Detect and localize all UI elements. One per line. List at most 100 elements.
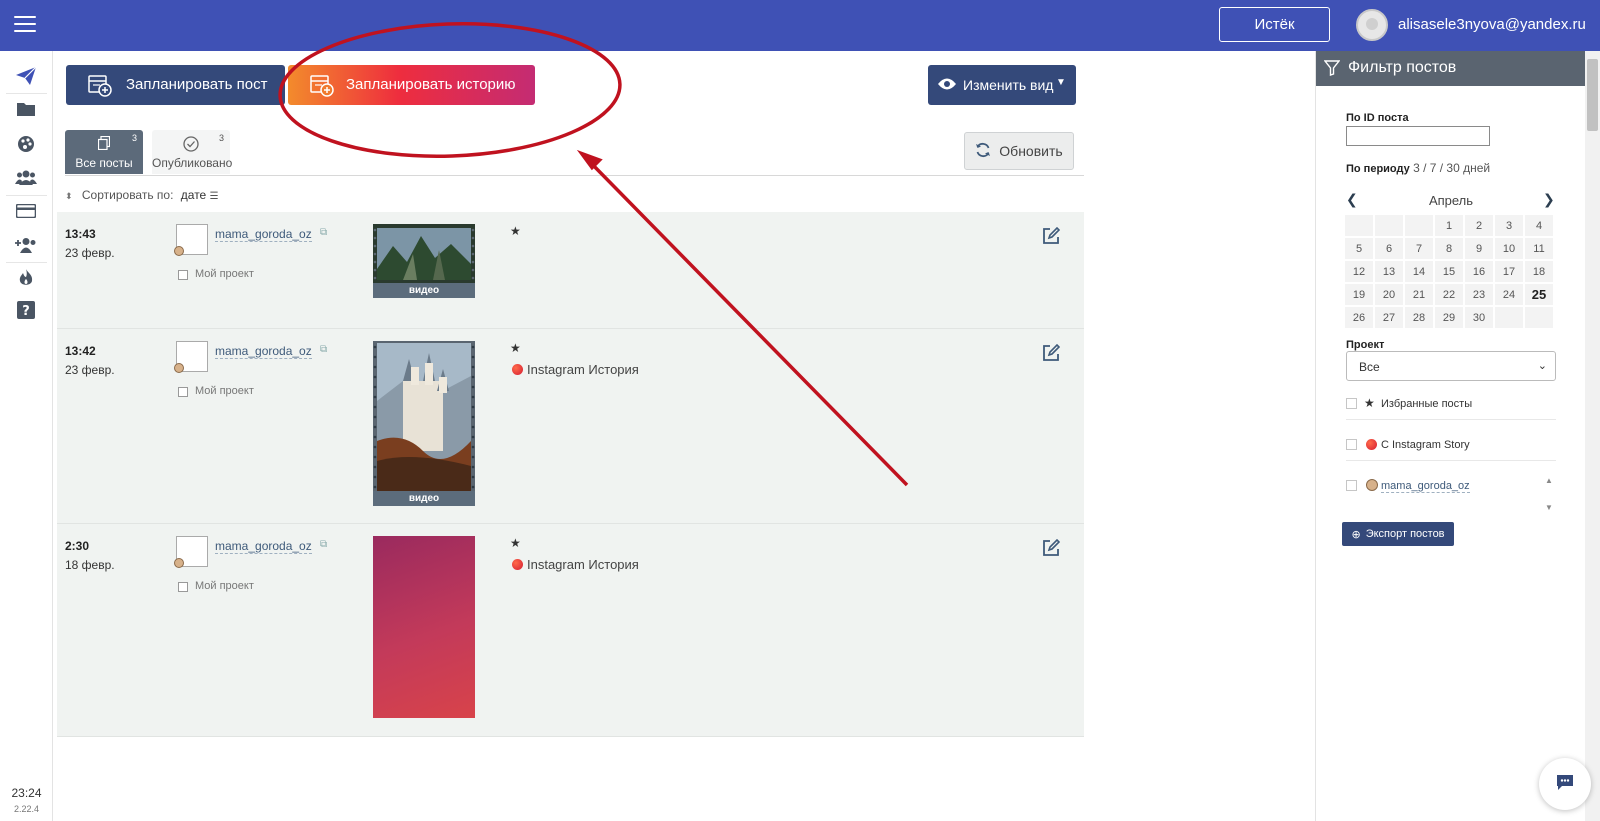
calendar-day[interactable]: 21 — [1404, 283, 1434, 306]
project-select[interactable]: Все ⌄ — [1346, 351, 1556, 381]
calendar-day[interactable]: 30 — [1464, 306, 1494, 329]
calendar-day[interactable]: 23 — [1464, 283, 1494, 306]
calendar-day[interactable]: 11 — [1524, 237, 1554, 260]
external-link-icon[interactable]: ⧉ — [320, 344, 327, 355]
video-label: видео — [373, 491, 475, 506]
instagram-story-label: Instagram История — [527, 557, 639, 572]
calendar-day[interactable]: 24 — [1494, 283, 1524, 306]
period-filter: По периоду 3 / 7 / 30 дней — [1346, 161, 1490, 175]
calendar-day[interactable]: 7 — [1404, 237, 1434, 260]
calendar-day[interactable]: 20 — [1374, 283, 1404, 306]
calendar-day[interactable]: 17 — [1494, 260, 1524, 283]
users-icon[interactable] — [13, 164, 39, 190]
edit-icon[interactable] — [1042, 538, 1062, 559]
user-email[interactable]: alisasele3nyova@yandex.ru — [1398, 16, 1586, 33]
calendar-day[interactable]: 10 — [1494, 237, 1524, 260]
palette-icon[interactable] — [13, 131, 39, 157]
account-link[interactable]: mama_goroda_oz — [215, 227, 312, 242]
calendar-day[interactable]: 22 — [1434, 283, 1464, 306]
project-checkbox[interactable] — [178, 270, 188, 280]
calendar-next-icon[interactable]: ❯ — [1543, 191, 1555, 208]
external-link-icon[interactable]: ⧉ — [320, 539, 327, 550]
tab-published[interactable]: 3 Опубликовано — [152, 130, 232, 174]
project-checkbox[interactable] — [178, 582, 188, 592]
calendar-day[interactable]: 27 — [1374, 306, 1404, 329]
sort-control[interactable]: ⬍ Сортировать по: дате ☰ — [65, 188, 219, 202]
favorites-filter[interactable]: ★ Избранные посты — [1346, 392, 1556, 420]
scrollbar-thumb[interactable] — [1587, 59, 1598, 131]
calendar-day[interactable]: 26 — [1344, 306, 1374, 329]
media-thumbnail[interactable]: видео — [373, 341, 475, 506]
calendar-grid: 1 2 3 4 5 6 7 8 9 10 11 12 13 14 15 16 17 18 19 20 21 22 23 24 2… — [1344, 214, 1554, 329]
avatar[interactable] — [1356, 9, 1388, 41]
tabs-divider — [65, 175, 1084, 176]
account-mini-icon — [174, 363, 184, 373]
calendar-day[interactable]: 2 — [1464, 214, 1494, 237]
help-icon[interactable]: ? — [13, 297, 39, 323]
sidebar-divider — [6, 262, 47, 263]
chat-button[interactable] — [1539, 758, 1591, 810]
calendar-day[interactable]: 1 — [1434, 214, 1464, 237]
calendar-day[interactable]: 16 — [1464, 260, 1494, 283]
change-view-button[interactable]: Изменить вид ▼ — [928, 65, 1076, 105]
calendar-day[interactable]: 28 — [1404, 306, 1434, 329]
expired-button[interactable]: Истёк — [1219, 7, 1330, 42]
add-user-icon[interactable] — [13, 232, 39, 258]
tab-all-posts[interactable]: 3 Все посты — [65, 130, 143, 174]
media-thumbnail[interactable] — [373, 536, 475, 718]
page-scrollbar[interactable] — [1585, 51, 1600, 821]
favorites-checkbox[interactable] — [1346, 398, 1357, 409]
post-id-label: По ID поста — [1346, 112, 1409, 124]
caret-down-icon: ▼ — [1056, 77, 1066, 88]
schedule-story-button[interactable]: Запланировать историю — [288, 65, 535, 105]
account-link[interactable]: mama_goroda_oz — [215, 344, 312, 359]
post-row: 2:30 18 февр. mama_goroda_oz ⧉ Мой проек… — [57, 524, 1084, 737]
calendar-day[interactable]: 15 — [1434, 260, 1464, 283]
edit-icon[interactable] — [1042, 226, 1062, 247]
account-mini-icon — [174, 246, 184, 256]
account-link[interactable]: mama_goroda_oz — [215, 539, 312, 554]
sort-label: Сортировать по: — [81, 188, 174, 202]
post-id-input[interactable] — [1346, 126, 1490, 146]
folder-icon[interactable] — [13, 96, 39, 122]
calendar-day[interactable]: 12 — [1344, 260, 1374, 283]
calendar-day[interactable]: 29 — [1434, 306, 1464, 329]
schedule-post-button[interactable]: Запланировать пост — [66, 65, 285, 105]
calendar-day[interactable]: 9 — [1464, 237, 1494, 260]
calendar-day[interactable]: 6 — [1374, 237, 1404, 260]
calendar-day[interactable]: 14 — [1404, 260, 1434, 283]
external-link-icon[interactable]: ⧉ — [320, 227, 327, 238]
account-filter[interactable]: mama_goroda_oz — [1346, 474, 1556, 502]
send-icon[interactable] — [13, 63, 39, 89]
refresh-button[interactable]: Обновить — [964, 132, 1074, 170]
star-icon[interactable]: ★ — [510, 341, 521, 355]
calendar-day[interactable]: 18 — [1524, 260, 1554, 283]
project-checkbox[interactable] — [178, 387, 188, 397]
calendar-day[interactable]: 5 — [1344, 237, 1374, 260]
calendar-plus-icon — [310, 73, 334, 97]
calendar-day[interactable]: 25 — [1524, 283, 1554, 306]
ig-story-filter[interactable]: С Instagram Story — [1346, 433, 1556, 461]
project-label: Мой проект — [195, 268, 254, 280]
export-posts-button[interactable]: ⊕ Экспорт постов — [1342, 522, 1454, 546]
account-list-scroll[interactable]: ▲ ▼ — [1545, 476, 1555, 518]
account-checkbox[interactable] — [1346, 480, 1357, 491]
sort-value[interactable]: дате — [181, 188, 206, 202]
media-thumbnail[interactable]: видео — [373, 224, 475, 298]
app-version: 2.22.4 — [13, 804, 40, 814]
ig-story-checkbox[interactable] — [1346, 439, 1357, 450]
menu-icon[interactable] — [14, 16, 36, 34]
calendar-day[interactable]: 13 — [1374, 260, 1404, 283]
period-options[interactable]: 3 / 7 / 30 дней — [1413, 161, 1490, 175]
calendar-day[interactable]: 8 — [1434, 237, 1464, 260]
star-icon[interactable]: ★ — [510, 224, 521, 238]
star-icon[interactable]: ★ — [510, 536, 521, 550]
fire-icon[interactable] — [13, 265, 39, 291]
check-circle-icon — [152, 136, 230, 157]
card-icon[interactable] — [13, 198, 39, 224]
edit-icon[interactable] — [1042, 343, 1062, 364]
calendar-day[interactable]: 19 — [1344, 283, 1374, 306]
sidebar-divider — [6, 195, 47, 196]
calendar-day[interactable]: 4 — [1524, 214, 1554, 237]
calendar-day[interactable]: 3 — [1494, 214, 1524, 237]
